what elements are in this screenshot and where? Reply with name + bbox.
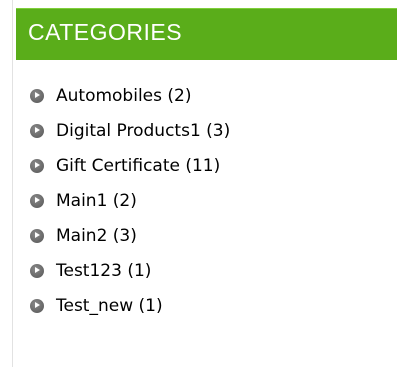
- categories-header: CATEGORIES: [16, 8, 397, 60]
- category-item-main1[interactable]: Main1 (2): [30, 183, 230, 218]
- category-label[interactable]: Automobiles (2): [56, 86, 191, 106]
- category-label[interactable]: Digital Products1 (3): [56, 121, 230, 141]
- category-label[interactable]: Main1 (2): [56, 191, 137, 211]
- category-label[interactable]: Test_new (1): [56, 296, 163, 316]
- categories-panel: CATEGORIES Automobiles (2) Digital Produ…: [0, 0, 397, 367]
- categories-list: Automobiles (2) Digital Products1 (3) Gi…: [30, 78, 230, 323]
- categories-title: CATEGORIES: [28, 19, 183, 45]
- category-item-test-new[interactable]: Test_new (1): [30, 288, 230, 323]
- category-item-gift-certificate[interactable]: Gift Certificate (11): [30, 148, 230, 183]
- category-label[interactable]: Main2 (3): [56, 226, 137, 246]
- category-item-main2[interactable]: Main2 (3): [30, 218, 230, 253]
- circle-arrow-right-icon: [30, 88, 44, 103]
- left-divider: [12, 0, 13, 367]
- circle-arrow-right-icon: [30, 263, 44, 278]
- circle-arrow-right-icon: [30, 123, 44, 138]
- category-item-test123[interactable]: Test123 (1): [30, 253, 230, 288]
- circle-arrow-right-icon: [30, 193, 44, 208]
- category-label[interactable]: Gift Certificate (11): [56, 156, 220, 176]
- circle-arrow-right-icon: [30, 158, 44, 173]
- category-item-automobiles[interactable]: Automobiles (2): [30, 78, 230, 113]
- category-label[interactable]: Test123 (1): [56, 261, 151, 281]
- circle-arrow-right-icon: [30, 298, 44, 313]
- category-item-digital-products1[interactable]: Digital Products1 (3): [30, 113, 230, 148]
- circle-arrow-right-icon: [30, 228, 44, 243]
